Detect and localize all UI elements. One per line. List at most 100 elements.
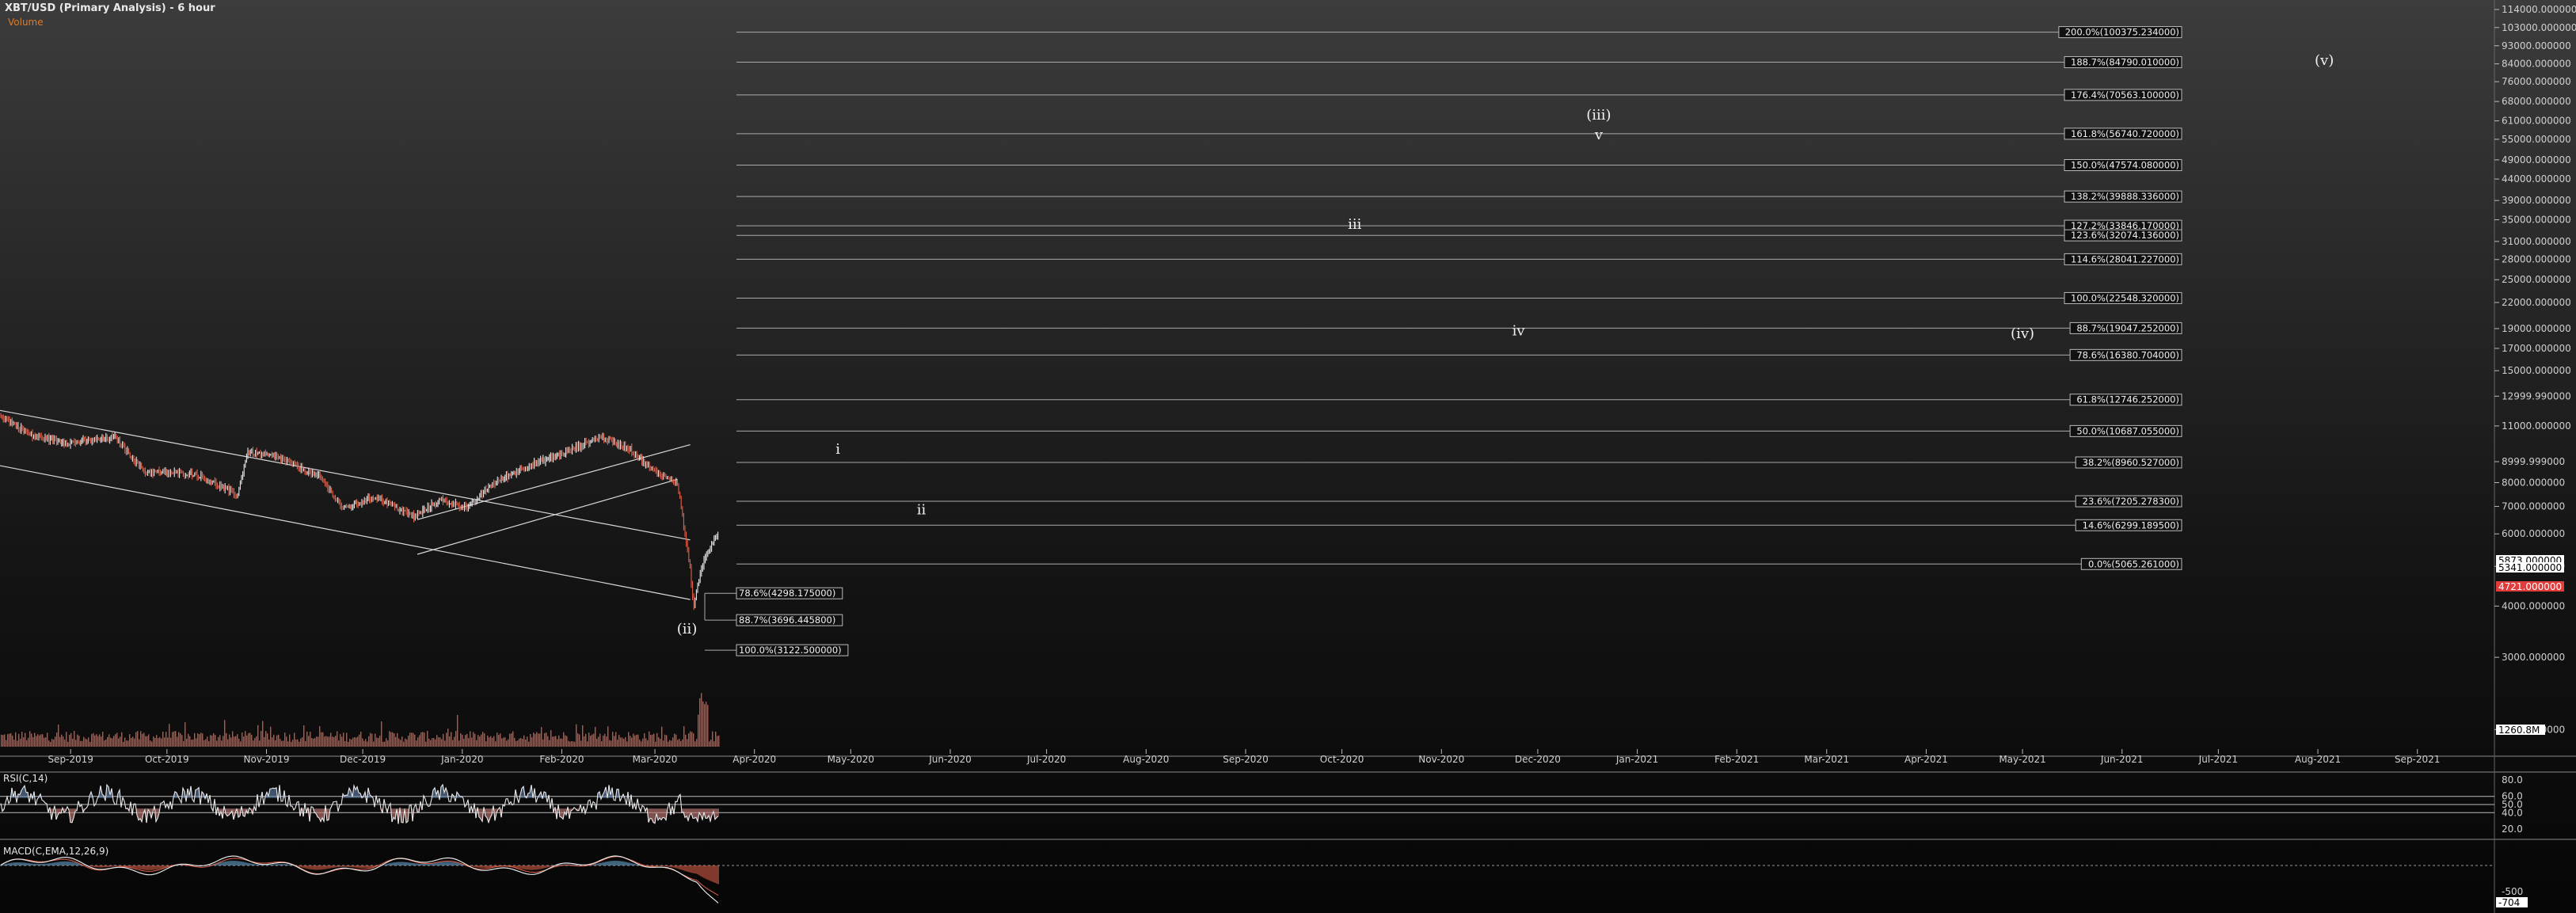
volume-bar xyxy=(465,735,466,747)
time-tick-label: Aug-2020 xyxy=(1123,754,1169,765)
volume-bar xyxy=(479,736,481,747)
time-tick-label: Mar-2020 xyxy=(633,754,678,765)
volume-bar xyxy=(303,725,305,747)
volume-bar xyxy=(455,731,457,747)
volume-bar xyxy=(85,738,86,747)
chart-canvas[interactable]: 114000.000000 103000.000000 93000.000000 84… xyxy=(0,0,2576,913)
fib-level-label: 176.4%(70563.100000) xyxy=(2071,89,2179,101)
volume-bar xyxy=(587,741,588,747)
volume-bar xyxy=(170,737,172,747)
volume-bar xyxy=(218,736,219,747)
volume-bar xyxy=(419,735,420,747)
pane-separators xyxy=(0,0,2576,913)
volume-bar xyxy=(124,737,126,747)
time-tick-label: Sep-2021 xyxy=(2395,754,2441,765)
volume-bar xyxy=(243,736,245,747)
volume-bar xyxy=(70,732,72,747)
rsi-tick-label: 80.0 xyxy=(2502,774,2523,786)
volume-bar xyxy=(593,733,595,747)
volume-bar xyxy=(536,732,538,747)
volume-bar xyxy=(566,736,568,747)
time-tick-label: Feb-2020 xyxy=(539,754,584,765)
wave-label: v xyxy=(1594,127,1604,143)
volume-bar xyxy=(449,736,451,747)
volume-bar xyxy=(162,731,164,747)
volume-bar xyxy=(199,734,200,747)
volume-bar xyxy=(340,734,341,747)
wave-label: i xyxy=(835,441,840,458)
time-tick-label: Nov-2019 xyxy=(244,754,290,765)
volume-bar xyxy=(637,734,639,747)
volume-bar xyxy=(628,732,630,747)
volume-bar xyxy=(107,736,108,747)
volume-bar xyxy=(439,737,441,747)
volume-bar xyxy=(137,731,139,747)
volume-bar xyxy=(48,740,50,747)
volume-bar xyxy=(153,736,154,747)
volume-bar xyxy=(539,733,541,747)
volume-bar xyxy=(116,732,118,747)
volume-bar xyxy=(50,741,51,747)
volume-bar xyxy=(642,738,644,747)
volume-bar xyxy=(186,738,188,747)
volume-bar xyxy=(696,739,698,747)
price-tick-label: 44000.000000 xyxy=(2502,173,2571,185)
volume-bar xyxy=(609,740,611,747)
volume-bar xyxy=(227,739,229,747)
volume-bar xyxy=(658,737,660,747)
volume-bar xyxy=(531,737,533,747)
volume-bar xyxy=(332,736,333,747)
volume-bar xyxy=(129,734,131,747)
volume-bar xyxy=(113,736,115,747)
volume-bar xyxy=(349,738,351,747)
volume-bar xyxy=(249,732,251,747)
volume-bar xyxy=(569,741,571,747)
volume-bar xyxy=(598,736,599,747)
volume-bar xyxy=(132,736,134,747)
volume-bar xyxy=(330,732,332,747)
chart-window: XBT/USD (Primary Analysis) - 6 hour Volu… xyxy=(0,0,2576,913)
volume-bar xyxy=(398,738,400,747)
volume-bar xyxy=(94,735,96,747)
fib-level-label: 200.0%(100375.234000) xyxy=(2065,27,2179,38)
volume-bar xyxy=(270,726,272,747)
volume-bar xyxy=(560,738,561,747)
volume-bar xyxy=(278,734,280,747)
volume-bar xyxy=(305,740,306,747)
volume-bar xyxy=(447,728,449,747)
volume-bar xyxy=(406,739,408,747)
volume-bar xyxy=(590,736,592,747)
volume-bar xyxy=(604,733,606,747)
volume-bar xyxy=(126,740,127,747)
volume-bar xyxy=(219,735,221,747)
volume-bar xyxy=(145,736,146,747)
rsi-title: RSI(C,14) xyxy=(3,773,48,784)
time-tick-label: Jun-2021 xyxy=(2100,754,2144,765)
volume-bar xyxy=(618,735,620,747)
volume-bar xyxy=(645,738,647,747)
price-tick-label: 35000.000000 xyxy=(2502,215,2571,226)
volume-bar xyxy=(574,741,576,747)
volume-bar xyxy=(607,726,609,747)
volume-bar xyxy=(108,734,110,747)
volume-bar xyxy=(286,736,287,747)
wave-label: iv xyxy=(1512,322,1526,339)
volume-bar xyxy=(485,741,487,747)
volume-bar xyxy=(707,705,709,747)
fib-level-label: 150.0%(47574.080000) xyxy=(2071,160,2179,171)
volume-bar xyxy=(67,741,69,747)
volume-bar xyxy=(140,731,142,747)
volume-bar xyxy=(656,732,658,747)
volume-bar xyxy=(652,734,653,747)
volume-bar xyxy=(357,736,359,747)
volume-bar xyxy=(446,732,447,747)
volume-bar xyxy=(15,732,17,747)
volume-bar xyxy=(506,740,508,747)
volume-bar xyxy=(254,738,256,747)
volume-bar xyxy=(259,740,261,747)
volume-bar xyxy=(498,735,500,747)
volume-bar xyxy=(23,737,25,747)
volume-bar xyxy=(281,740,283,747)
volume-bar xyxy=(563,732,565,747)
volume-bar xyxy=(360,732,362,747)
